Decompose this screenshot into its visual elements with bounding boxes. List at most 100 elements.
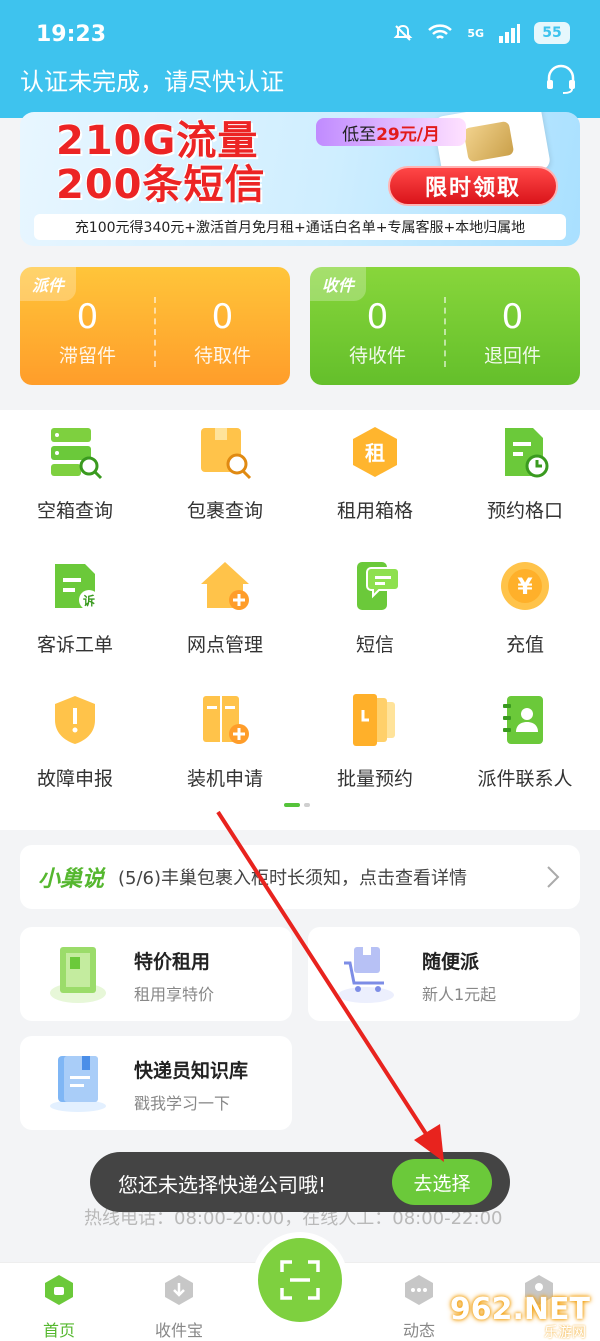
grid-label: 包裹查询	[186, 500, 263, 522]
nav-feed[interactable]: 动态	[384, 1273, 454, 1341]
grid-item-batch-reserve[interactable]: 批量预约	[300, 678, 450, 812]
receive-card[interactable]: 收件 0 待收件 0 退回件	[310, 267, 580, 385]
news-text: (5/6)丰巢包裹入柜时长须知，点击查看详情	[118, 868, 468, 889]
grid-item-sms[interactable]: 短信	[300, 544, 450, 678]
recharge-icon: ¥	[501, 562, 549, 610]
complaint-icon: 诉	[55, 564, 99, 610]
banner-price-value: 29元/月	[376, 124, 440, 145]
grid-label: 短信	[355, 634, 394, 656]
service-subtitle: 戳我学习一下	[134, 1094, 231, 1113]
wifi-icon	[428, 24, 453, 39]
auth-notice[interactable]: 认证未完成，请尽快认证	[20, 62, 284, 97]
grid-item-outlet[interactable]: 网点管理	[150, 544, 300, 678]
service-knowledge-base[interactable]: 快递员知识库 戳我学习一下	[20, 1036, 292, 1130]
service-title: 特价租用	[134, 951, 211, 973]
nav-home[interactable]: 首页	[24, 1273, 94, 1341]
function-grid: 空箱查询 包裹查询 租 租用箱格 预约格口 诉 客诉工单 网点管理 短信 ¥ 充…	[0, 410, 600, 830]
news-bar[interactable]: 小巢说 (5/6)丰巢包裹入柜时长须知，点击查看详情	[20, 845, 580, 909]
stat-num: 0	[501, 297, 524, 337]
select-company-button[interactable]: 去选择	[392, 1159, 492, 1205]
send-card[interactable]: 派件 0 滞留件 0 待取件	[20, 267, 290, 385]
grid-label: 租用箱格	[336, 500, 413, 522]
grid-label: 批量预约	[336, 768, 413, 790]
grid-pager	[284, 803, 310, 807]
grid-label: 故障申报	[36, 768, 113, 790]
grid-label: 派件联系人	[477, 768, 573, 790]
svg-text:诉: 诉	[83, 593, 95, 608]
rent-icon: 租	[353, 427, 397, 477]
stat-label: 滞留件	[58, 345, 116, 367]
headset-icon[interactable]	[544, 62, 578, 96]
battery-icon: 55	[534, 22, 570, 44]
scan-button[interactable]	[252, 1232, 348, 1328]
grid-item-complaint[interactable]: 诉 客诉工单	[0, 544, 150, 678]
grid-label: 预约格口	[486, 500, 563, 522]
receive-icon	[165, 1275, 193, 1305]
banner-cta-button[interactable]: 限时领取	[388, 166, 558, 206]
grid-item-empty-box-search[interactable]: 空箱查询	[0, 410, 150, 544]
app-header: 19:23 5G 55 认证未完成，请尽快认证	[0, 0, 600, 118]
reserve-slot-icon	[505, 428, 549, 478]
send-card-tag: 派件	[20, 267, 77, 301]
grid-item-rent-box[interactable]: 租 租用箱格	[300, 410, 450, 544]
signal-icon	[499, 24, 520, 43]
banner-price-prefix: 低至	[342, 124, 377, 145]
status-bar: 19:23 5G 55	[0, 0, 600, 62]
service-subtitle: 新人1元起	[422, 985, 497, 1004]
outlet-icon	[201, 562, 249, 610]
grid-item-contact[interactable]: 派件联系人	[450, 678, 600, 812]
grid-label: 网点管理	[186, 634, 263, 656]
grid-label: 装机申请	[186, 768, 263, 790]
nav-label: 动态	[402, 1321, 435, 1340]
stat-num: 0	[76, 297, 99, 337]
nav-label: 首页	[42, 1321, 75, 1340]
mute-icon	[393, 24, 413, 41]
grid-item-fault-report[interactable]: 故障申报	[0, 678, 150, 812]
feed-icon	[405, 1275, 433, 1305]
service-casual-delivery[interactable]: 随便派 新人1元起	[308, 927, 580, 1021]
banner-price: 低至 29元/月	[316, 118, 466, 146]
cart-icon	[338, 947, 394, 1003]
parcel-search-icon	[201, 428, 252, 480]
stat-num: 0	[366, 297, 389, 337]
stat-pending-pickup[interactable]: 0 待取件	[155, 297, 290, 368]
toast-message: 您还未选择快递公司哦!	[118, 1173, 327, 1197]
service-title: 快递员知识库	[134, 1060, 249, 1082]
stat-label: 退回件	[483, 345, 541, 367]
nav-receive[interactable]: 收件宝	[144, 1273, 214, 1341]
grid-item-parcel-search[interactable]: 包裹查询	[150, 410, 300, 544]
grid-label: 空箱查询	[36, 500, 113, 522]
grid-label: 客诉工单	[36, 634, 113, 656]
empty-box-search-icon	[51, 428, 103, 480]
receive-card-tag: 收件	[310, 267, 367, 301]
stat-returned[interactable]: 0 退回件	[445, 297, 580, 368]
pager-dot	[304, 803, 310, 807]
stat-label: 待取件	[193, 345, 251, 367]
service-title: 随便派	[422, 951, 480, 973]
svg-text:租: 租	[365, 441, 385, 465]
book-icon	[50, 1056, 106, 1112]
grid-item-reserve-slot[interactable]: 预约格口	[450, 410, 600, 544]
watermark-subtitle: 乐游网	[544, 1325, 586, 1341]
promo-banner[interactable]: 210G流量 200条短信 低至 29元/月 限时领取 充100元得340元+激活…	[20, 112, 580, 246]
status-icons: 5G 55	[393, 22, 570, 44]
stat-to-receive[interactable]: 0 待收件	[310, 297, 445, 368]
install-icon	[203, 696, 249, 744]
news-logo: 小巢说	[38, 867, 105, 892]
home-icon	[45, 1275, 73, 1305]
banner-footer: 充100元得340元+激活首月免月租+通话白名单+专属客服+本地归属地	[34, 214, 566, 240]
grid-item-recharge[interactable]: ¥ 充值	[450, 544, 600, 678]
stat-stranded[interactable]: 0 滞留件	[20, 297, 155, 368]
status-time: 19:23	[36, 22, 107, 47]
grid-label: 充值	[505, 634, 544, 656]
stat-num: 0	[211, 297, 234, 337]
svg-text:¥: ¥	[517, 575, 533, 600]
batch-icon	[353, 694, 395, 746]
network-type: 5G	[467, 26, 484, 40]
pager-dot-active	[284, 803, 300, 807]
banner-line1: 210G流量	[56, 118, 259, 164]
service-subtitle: 租用享特价	[134, 985, 215, 1004]
grid-item-install-apply[interactable]: 装机申请	[150, 678, 300, 812]
service-special-rent[interactable]: 特价租用 租用享特价	[20, 927, 292, 1021]
nav-label: 收件宝	[154, 1321, 203, 1340]
